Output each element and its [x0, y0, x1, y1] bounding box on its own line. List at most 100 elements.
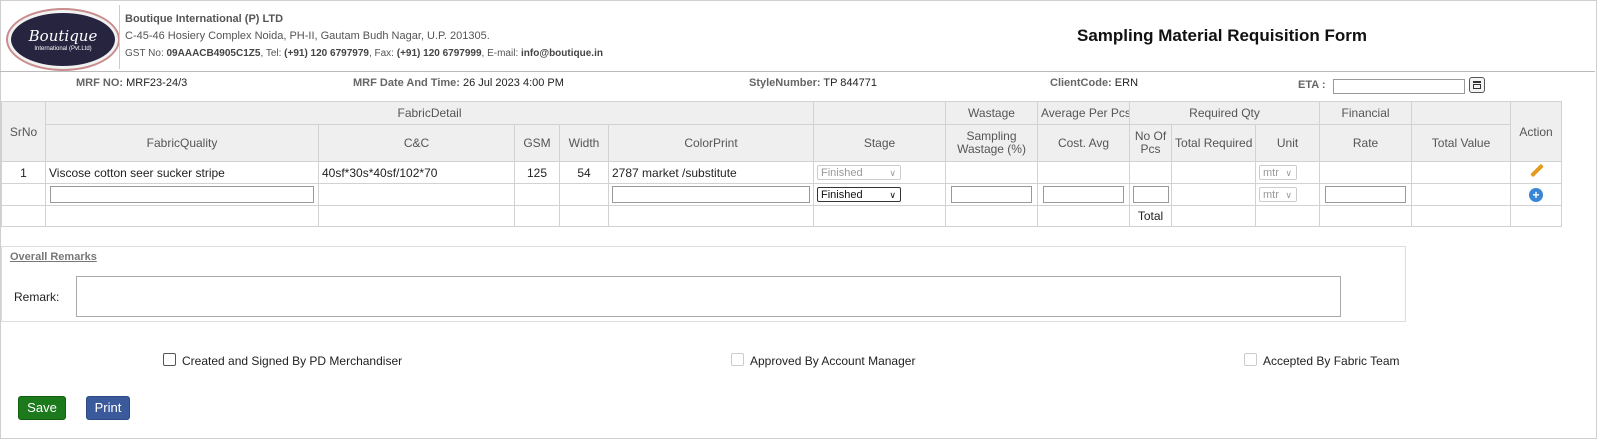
- overall-remarks-heading: Overall Remarks: [10, 251, 97, 263]
- eta-label: ETA :: [1298, 79, 1326, 91]
- add-row-plus-icon[interactable]: +: [1529, 187, 1544, 202]
- calendar-icon[interactable]: [1469, 77, 1485, 93]
- col-gsm: GSM: [514, 124, 560, 162]
- group-required-qty: Required Qty: [1129, 101, 1321, 125]
- cell-srno-new: [1, 183, 46, 206]
- cell-total-value-new: [1411, 183, 1512, 206]
- save-button[interactable]: Save: [18, 396, 66, 420]
- col-total-value: Total Value: [1411, 124, 1512, 162]
- mrf-no-label: MRF NO:: [76, 77, 124, 89]
- cell-cc: 40sf*30s*40sf/102*70: [318, 161, 515, 184]
- col-cc: C&C: [318, 124, 515, 162]
- cell-no-of-pcs: [1129, 161, 1173, 184]
- cell-action: [1510, 161, 1563, 184]
- tel-value: (+91) 120 6797979: [284, 48, 369, 59]
- fax-value: (+91) 120 6797999: [396, 48, 482, 59]
- cell-total-required: [1171, 161, 1257, 184]
- cell-rate-new: [1319, 183, 1413, 206]
- gst-label: GST No:: [125, 48, 164, 59]
- color-print-input[interactable]: [612, 186, 810, 203]
- remark-textarea[interactable]: [76, 276, 1341, 317]
- remark-label: Remark:: [14, 290, 60, 304]
- stage-select[interactable]: Finished ∨: [817, 187, 902, 202]
- col-unit: Unit: [1255, 124, 1321, 162]
- cell-gsm-new: [514, 183, 560, 206]
- page-title: Sampling Material Requisition Form: [1077, 26, 1367, 45]
- rate-input[interactable]: [1325, 186, 1407, 203]
- table-group-header: SrNo FabricDetail Wastage Average Per Pc…: [1, 101, 1563, 162]
- cell-srno: 1: [1, 161, 46, 184]
- col-width: Width: [559, 124, 609, 162]
- cell-color-print: 2787 market /substitute: [607, 161, 815, 184]
- approved-account-manager-checkbox[interactable]: [731, 353, 744, 366]
- unit-select-disabled: mtr ∨: [1259, 165, 1298, 180]
- header-rule: [0, 71, 1595, 72]
- mrf-no-value: MRF23-24/3: [126, 77, 188, 89]
- col-action: Action: [1510, 101, 1563, 162]
- chevron-down-icon: ∨: [1285, 190, 1293, 200]
- gst-value: 09AAACB4905C1Z5: [166, 48, 261, 59]
- cell-width: 54: [559, 161, 609, 184]
- logo-text: Boutique: [28, 27, 98, 45]
- company-logo: Boutique International (Pvt.Ltd): [8, 10, 118, 69]
- logo-subtext: International (Pvt.Ltd): [34, 46, 92, 52]
- cell-cost-avg: [1037, 161, 1131, 184]
- company-contact: GST No: 09AAACB4905C1Z5, Tel: (+91) 120 …: [125, 48, 603, 59]
- unit-select[interactable]: mtr ∨: [1259, 187, 1298, 202]
- approved-account-manager-label: Approved By Account Manager: [750, 354, 916, 368]
- chevron-down-icon: ∨: [1285, 168, 1293, 178]
- edit-pencil-icon[interactable]: [1529, 164, 1543, 178]
- group-avg-per-pcs: Average Per Pcs: [1037, 101, 1131, 125]
- material-table: SrNo FabricDetail Wastage Average Per Pc…: [1, 101, 1563, 227]
- cell-gsm: 125: [514, 161, 560, 184]
- created-signed-label: Created and Signed By PD Merchandiser: [182, 354, 403, 368]
- cell-color-print-new: [607, 183, 815, 206]
- cost-avg-input[interactable]: [1043, 186, 1125, 203]
- mrf-date: MRF Date And Time: 26 Jul 2023 4:00 PM: [353, 77, 564, 89]
- stage-select-new-value: Finished: [821, 189, 863, 201]
- total-value-sum: [1411, 205, 1512, 227]
- overall-remarks-panel: Overall Remarks Remark:: [1, 246, 1406, 322]
- table-row-new: Finished ∨ mtr ∨ +: [1, 183, 1563, 206]
- style-label: StyleNumber:: [749, 77, 821, 89]
- sampling-wastage-input[interactable]: [951, 186, 1033, 203]
- group-fabric-detail: FabricDetail: [44, 101, 815, 125]
- col-stage: Stage: [813, 124, 947, 162]
- cell-stage-new: Finished ∨: [813, 183, 947, 206]
- cell-cc-new: [318, 183, 515, 206]
- col-sampling-wastage: Sampling Wastage (%): [945, 124, 1039, 162]
- group-stage-empty: [813, 101, 947, 125]
- unit-select-value: mtr: [1263, 167, 1279, 179]
- accepted-fabric-team-label: Accepted By Fabric Team: [1263, 354, 1400, 368]
- cell-total-value: [1411, 161, 1512, 184]
- cell-sampling-wastage: [945, 161, 1039, 184]
- cell-fabric-quality: Viscose cotton seer sucker stripe: [45, 161, 319, 184]
- cell-unit-new: mtr ∨: [1255, 183, 1321, 206]
- created-signed-checkbox[interactable]: [163, 353, 176, 366]
- col-fabric-quality: FabricQuality: [45, 124, 319, 162]
- cell-unit: mtr ∨: [1255, 161, 1321, 184]
- cell-no-of-pcs-new: [1129, 183, 1173, 206]
- cell-fabric-quality-new: [45, 183, 319, 206]
- mrf-date-label: MRF Date And Time:: [353, 77, 460, 89]
- total-required-sum: [1171, 205, 1257, 227]
- col-srno: SrNo: [1, 101, 46, 162]
- client-label: ClientCode:: [1050, 77, 1112, 89]
- eta-input[interactable]: [1333, 79, 1465, 94]
- mrf-no: MRF NO: MRF23-24/3: [76, 77, 187, 89]
- stage-select-value: Finished: [821, 167, 863, 179]
- no-of-pcs-input[interactable]: [1133, 186, 1170, 203]
- client-value: ERN: [1114, 77, 1139, 89]
- style-value: TP 844771: [823, 77, 878, 89]
- cell-width-new: [559, 183, 609, 206]
- total-label: Total: [1129, 205, 1173, 227]
- fabric-quality-input[interactable]: [50, 186, 314, 203]
- chevron-down-icon: ∨: [889, 168, 897, 178]
- cell-rate: [1319, 161, 1413, 184]
- table-column-header: FabricQuality C&C GSM Width ColorPrint S…: [2, 124, 1562, 162]
- email-value: info@boutique.in: [521, 48, 603, 59]
- cell-stage: Finished ∨: [813, 161, 947, 184]
- cell-sampling-wastage-new: [945, 183, 1039, 206]
- print-button[interactable]: Print: [86, 396, 130, 420]
- accepted-fabric-team-checkbox[interactable]: [1244, 353, 1257, 366]
